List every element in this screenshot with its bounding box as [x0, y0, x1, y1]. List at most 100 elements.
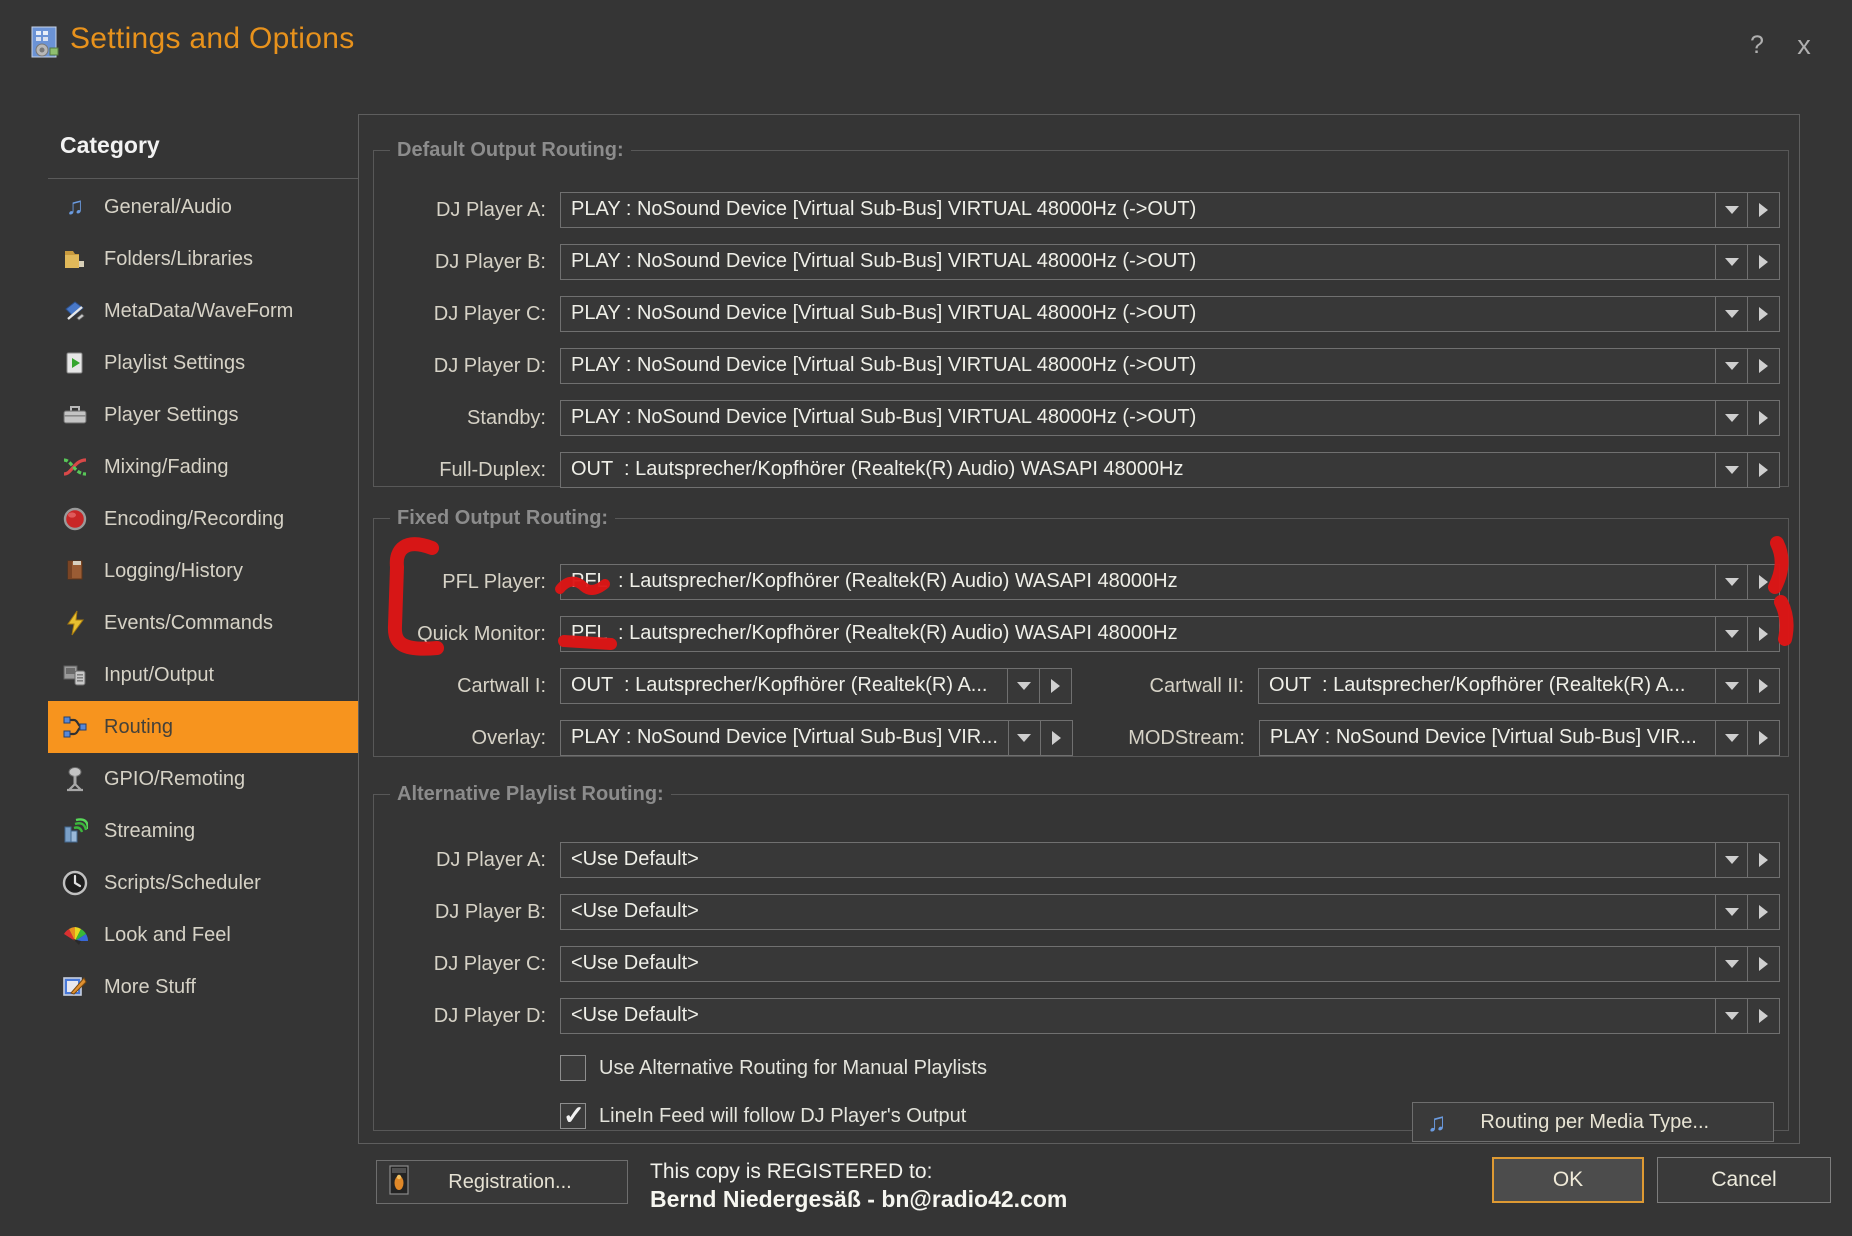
chevron-down-icon [1725, 258, 1739, 266]
sidebar-item-metadata-waveform[interactable]: MetaData/WaveForm [48, 285, 368, 337]
alt-dj-player-a-combo[interactable]: <Use Default> [560, 842, 1780, 878]
combo-dropdown-button[interactable] [1715, 245, 1747, 279]
combo-dropdown-button[interactable] [1715, 947, 1747, 981]
alt-routing-manual-checkbox[interactable] [560, 1055, 586, 1081]
combo-dropdown-button[interactable] [1715, 721, 1747, 755]
combo-value[interactable]: PLAY : NoSound Device [Virtual Sub-Bus] … [561, 297, 1715, 331]
pfl-player-combo[interactable]: PFL : Lautsprecher/Kopfhörer (Realtek(R)… [560, 564, 1780, 600]
sidebar-item-routing[interactable]: Routing [48, 701, 368, 753]
sidebar-item-player-settings[interactable]: Player Settings [48, 389, 368, 441]
alt-dj-player-b-combo[interactable]: <Use Default> [560, 894, 1780, 930]
combo-value[interactable]: PFL : Lautsprecher/Kopfhörer (Realtek(R)… [561, 565, 1715, 599]
routing-row: Standby: PLAY : NoSound Device [Virtual … [386, 400, 1780, 436]
combo-value[interactable]: PLAY : NoSound Device [Virtual Sub-Bus] … [1260, 721, 1715, 755]
checkbox-label[interactable]: LineIn Feed will follow DJ Player's Outp… [599, 1105, 966, 1128]
combo-dropdown-button[interactable] [1007, 669, 1039, 703]
combo-expand-button[interactable] [1747, 617, 1779, 651]
close-icon[interactable]: x [1786, 27, 1822, 63]
combo-value[interactable]: PFL : Lautsprecher/Kopfhörer (Realtek(R)… [561, 617, 1715, 651]
sidebar-item-folders-libraries[interactable]: Folders/Libraries [48, 233, 368, 285]
ok-button[interactable]: OK [1492, 1157, 1644, 1203]
combo-dropdown-button[interactable] [1715, 193, 1747, 227]
combo-expand-button[interactable] [1747, 245, 1779, 279]
standby-combo[interactable]: PLAY : NoSound Device [Virtual Sub-Bus] … [560, 400, 1780, 436]
combo-expand-button[interactable] [1747, 999, 1779, 1033]
combo-expand-button[interactable] [1747, 297, 1779, 331]
combo-dropdown-button[interactable] [1715, 453, 1747, 487]
combo-expand-button[interactable] [1747, 895, 1779, 929]
cartwall-2-combo[interactable]: OUT : Lautsprecher/Kopfhörer (Realtek(R)… [1258, 668, 1780, 704]
combo-dropdown-button[interactable] [1715, 297, 1747, 331]
routing-per-media-type-button[interactable]: ♫ Routing per Media Type... [1412, 1102, 1774, 1142]
sidebar-item-logging-history[interactable]: Logging/History [48, 545, 368, 597]
sidebar-item-gpio-remoting[interactable]: GPIO/Remoting [48, 753, 368, 805]
combo-dropdown-button[interactable] [1715, 843, 1747, 877]
registration-button[interactable]: Registration... [376, 1160, 628, 1204]
combo-dropdown-button[interactable] [1715, 401, 1747, 435]
combo-expand-button[interactable] [1747, 669, 1779, 703]
sidebar-item-look-and-feel[interactable]: Look and Feel [48, 909, 368, 961]
cartwall-1-combo[interactable]: OUT : Lautsprecher/Kopfhörer (Realtek(R)… [560, 668, 1072, 704]
combo-expand-button[interactable] [1747, 721, 1779, 755]
modstream-combo[interactable]: PLAY : NoSound Device [Virtual Sub-Bus] … [1259, 720, 1780, 756]
combo-value[interactable]: <Use Default> [561, 843, 1715, 877]
checkbox-label[interactable]: Use Alternative Routing for Manual Playl… [599, 1057, 987, 1080]
sidebar-item-events-commands[interactable]: Events/Commands [48, 597, 368, 649]
sidebar-item-label: Encoding/Recording [104, 508, 284, 531]
routing-row: DJ Player A: PLAY : NoSound Device [Virt… [386, 192, 1780, 228]
combo-value[interactable]: <Use Default> [561, 895, 1715, 929]
combo-value[interactable]: OUT : Lautsprecher/Kopfhörer (Realtek(R)… [1259, 669, 1715, 703]
combo-dropdown-button[interactable] [1715, 565, 1747, 599]
dj-player-b-combo[interactable]: PLAY : NoSound Device [Virtual Sub-Bus] … [560, 244, 1780, 280]
sidebar-item-mixing-fading[interactable]: Mixing/Fading [48, 441, 368, 493]
alt-dj-player-c-combo[interactable]: <Use Default> [560, 946, 1780, 982]
sidebar-item-more-stuff[interactable]: More Stuff [48, 961, 368, 1013]
cancel-button[interactable]: Cancel [1657, 1157, 1831, 1203]
sidebar-item-general-audio[interactable]: ♫ General/Audio [48, 181, 368, 233]
sidebar-item-encoding-recording[interactable]: Encoding/Recording [48, 493, 368, 545]
combo-value[interactable]: PLAY : NoSound Device [Virtual Sub-Bus] … [561, 349, 1715, 383]
sidebar-item-playlist-settings[interactable]: Playlist Settings [48, 337, 368, 389]
combo-value[interactable]: PLAY : NoSound Device [Virtual Sub-Bus] … [561, 245, 1715, 279]
combo-value[interactable]: OUT : Lautsprecher/Kopfhörer (Realtek(R)… [561, 453, 1715, 487]
linein-feed-checkbox[interactable] [560, 1103, 586, 1129]
combo-dropdown-button[interactable] [1715, 895, 1747, 929]
combo-expand-button[interactable] [1747, 349, 1779, 383]
combo-expand-button[interactable] [1747, 193, 1779, 227]
sidebar-item-input-output[interactable]: Input/Output [48, 649, 368, 701]
combo-expand-button[interactable] [1039, 669, 1071, 703]
combo-expand-button[interactable] [1747, 565, 1779, 599]
full-duplex-combo[interactable]: OUT : Lautsprecher/Kopfhörer (Realtek(R)… [560, 452, 1780, 488]
combo-dropdown-button[interactable] [1008, 721, 1040, 755]
combo-expand-button[interactable] [1747, 947, 1779, 981]
alt-dj-player-d-combo[interactable]: <Use Default> [560, 998, 1780, 1034]
arrow-right-icon [1759, 853, 1768, 867]
sidebar-item-label: Scripts/Scheduler [104, 872, 261, 895]
row-label: DJ Player B: [386, 901, 546, 924]
combo-expand-button[interactable] [1747, 453, 1779, 487]
chevron-down-icon [1725, 682, 1739, 690]
combo-value[interactable]: PLAY : NoSound Device [Virtual Sub-Bus] … [561, 193, 1715, 227]
combo-dropdown-button[interactable] [1715, 669, 1747, 703]
overlay-combo[interactable]: PLAY : NoSound Device [Virtual Sub-Bus] … [560, 720, 1073, 756]
sidebar-item-streaming[interactable]: Streaming [48, 805, 368, 857]
combo-value[interactable]: <Use Default> [561, 999, 1715, 1033]
combo-dropdown-button[interactable] [1715, 999, 1747, 1033]
quick-monitor-combo[interactable]: PFL : Lautsprecher/Kopfhörer (Realtek(R)… [560, 616, 1780, 652]
dj-player-a-combo[interactable]: PLAY : NoSound Device [Virtual Sub-Bus] … [560, 192, 1780, 228]
sidebar-item-scripts-scheduler[interactable]: Scripts/Scheduler [48, 857, 368, 909]
dj-player-c-combo[interactable]: PLAY : NoSound Device [Virtual Sub-Bus] … [560, 296, 1780, 332]
dj-player-d-combo[interactable]: PLAY : NoSound Device [Virtual Sub-Bus] … [560, 348, 1780, 384]
combo-value[interactable]: <Use Default> [561, 947, 1715, 981]
chevron-down-icon [1725, 734, 1739, 742]
combo-expand-button[interactable] [1747, 401, 1779, 435]
combo-expand-button[interactable] [1040, 721, 1072, 755]
combo-dropdown-button[interactable] [1715, 617, 1747, 651]
combo-dropdown-button[interactable] [1715, 349, 1747, 383]
combo-value[interactable]: PLAY : NoSound Device [Virtual Sub-Bus] … [561, 721, 1008, 755]
sidebar-item-label: General/Audio [104, 196, 232, 219]
help-icon[interactable]: ? [1740, 28, 1774, 62]
combo-expand-button[interactable] [1747, 843, 1779, 877]
combo-value[interactable]: OUT : Lautsprecher/Kopfhörer (Realtek(R)… [561, 669, 1007, 703]
combo-value[interactable]: PLAY : NoSound Device [Virtual Sub-Bus] … [561, 401, 1715, 435]
